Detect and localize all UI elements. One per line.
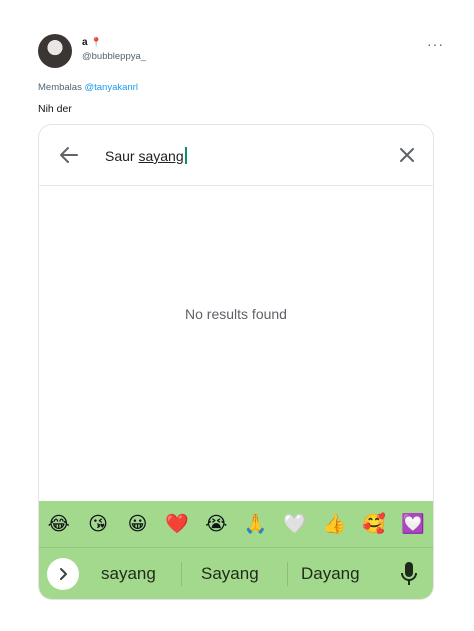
display-name-line[interactable]: a 📍 bbox=[82, 37, 102, 48]
tweet-media-image[interactable]: Saur sayang No results found 😂 😘 😀 ❤️ 😭 🙏 🤍 👍 🥰 💟… bbox=[38, 124, 434, 600]
emoji-search-bar: Saur sayang bbox=[39, 125, 433, 185]
smiling-hearts-face-icon[interactable]: 🥰 bbox=[358, 515, 390, 534]
query-prefix: Saur bbox=[105, 148, 139, 164]
word-suggestion-strip: sayang Sayang Dayang bbox=[39, 547, 433, 599]
expand-toolbar-button[interactable] bbox=[47, 558, 79, 590]
loudly-crying-face-icon[interactable]: 😭 bbox=[200, 515, 232, 534]
folded-hands-icon[interactable]: 🙏 bbox=[240, 515, 272, 534]
user-handle[interactable]: @bubbleppya_ bbox=[82, 51, 146, 62]
grinning-face-icon[interactable]: 😀 bbox=[121, 515, 153, 534]
avatar[interactable] bbox=[38, 34, 72, 68]
white-heart-icon[interactable]: 🤍 bbox=[279, 515, 311, 534]
close-icon[interactable] bbox=[397, 145, 417, 165]
display-name[interactable]: a bbox=[82, 37, 88, 48]
face-tears-joy-icon[interactable]: 😂 bbox=[43, 515, 75, 534]
tweet-text: Nih der bbox=[38, 103, 72, 115]
divider bbox=[181, 562, 182, 586]
search-input[interactable]: Saur sayang bbox=[105, 147, 187, 164]
suggestion-word[interactable]: Dayang bbox=[301, 564, 360, 584]
results-area: No results found bbox=[39, 186, 433, 499]
microphone-icon[interactable] bbox=[399, 560, 419, 588]
more-options-icon[interactable]: ··· bbox=[427, 36, 444, 52]
no-results-message: No results found bbox=[185, 306, 287, 322]
reply-context: Membalas @tanyakanrl bbox=[38, 82, 138, 93]
heart-decoration-icon[interactable]: 💟 bbox=[397, 515, 429, 534]
suggestion-word[interactable]: Sayang bbox=[201, 564, 259, 584]
pin-icon: 📍 bbox=[90, 37, 102, 47]
reply-prefix: Membalas bbox=[38, 82, 82, 93]
emoji-suggestion-row: 😂 😘 😀 ❤️ 😭 🙏 🤍 👍 🥰 💟 bbox=[39, 501, 433, 547]
back-arrow-icon[interactable] bbox=[57, 143, 81, 167]
suggestion-word[interactable]: sayang bbox=[101, 564, 156, 584]
reply-mention-link[interactable]: @tanyakanrl bbox=[84, 82, 137, 93]
face-blowing-kiss-icon[interactable]: 😘 bbox=[82, 515, 114, 534]
divider bbox=[287, 562, 288, 586]
chevron-right-icon bbox=[60, 568, 67, 580]
red-heart-icon[interactable]: ❤️ bbox=[161, 515, 193, 534]
tweet-header: a 📍 @bubbleppya_ ··· bbox=[38, 34, 444, 70]
thumbs-up-icon[interactable]: 👍 bbox=[318, 515, 350, 534]
query-composing-word: sayang bbox=[138, 148, 184, 164]
text-cursor bbox=[184, 147, 187, 164]
